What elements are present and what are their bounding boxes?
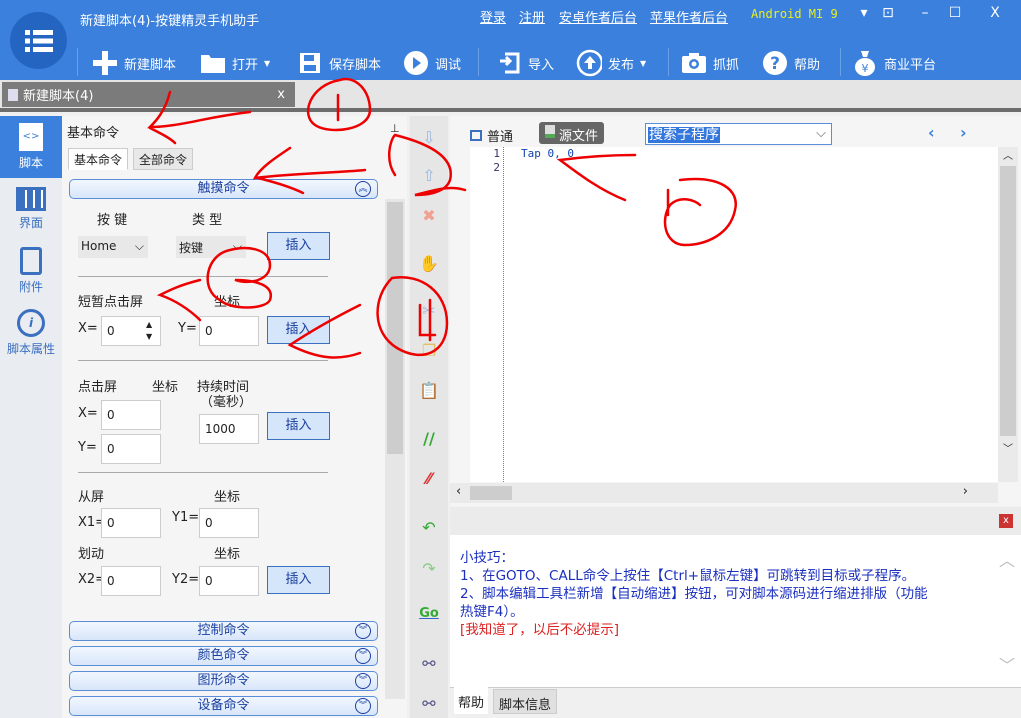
annotation-3 (160, 248, 271, 320)
handwritten-annotations (0, 0, 1021, 718)
annotation-5 (560, 155, 736, 245)
annotation-2 (255, 135, 465, 195)
annotation-1 (308, 79, 370, 130)
annotation-4 (290, 277, 447, 357)
annotation-arrow (150, 92, 250, 143)
